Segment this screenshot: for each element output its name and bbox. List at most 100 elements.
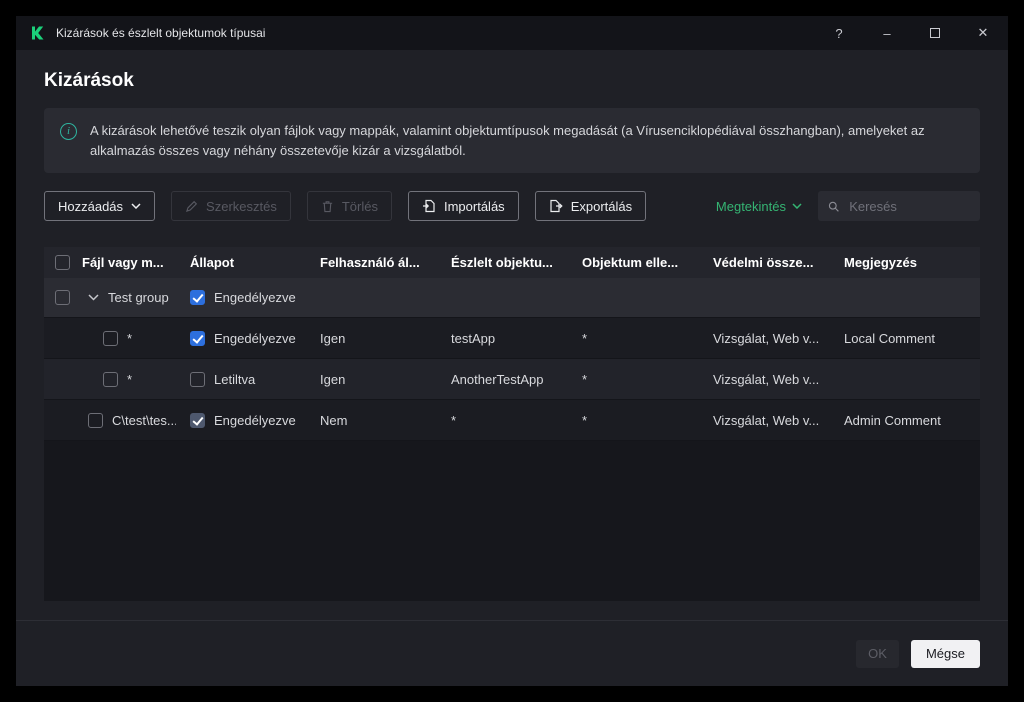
object-checksum-cell: * — [582, 371, 588, 387]
content-area: Kizárások i A kizárások lehetővé teszik … — [16, 50, 1008, 620]
info-icon: i — [60, 123, 77, 140]
comment-cell: Local Comment — [844, 330, 936, 346]
status-cell: Engedélyezve — [176, 318, 306, 358]
group-status-label: Engedélyezve — [214, 290, 296, 305]
search-icon — [828, 201, 839, 212]
detected-object-cell: * — [451, 412, 457, 428]
file-cell: C\test\tes... — [80, 400, 176, 440]
detected-object-cell: AnotherTestApp — [451, 371, 544, 387]
row-select-checkbox[interactable] — [88, 412, 103, 428]
import-button[interactable]: Importálás — [407, 191, 519, 221]
cancel-button[interactable]: Mégse — [910, 639, 980, 668]
group-name: Test group — [108, 290, 169, 305]
status-checkbox[interactable] — [190, 371, 205, 387]
chevron-down-icon — [131, 203, 141, 209]
edit-button[interactable]: Szerkesztés — [171, 191, 291, 221]
row-select-checkbox[interactable] — [103, 330, 118, 346]
title-bar: Kizárások és észlelt objektumok típusai … — [16, 16, 1008, 50]
row-select-checkbox[interactable] — [103, 371, 118, 387]
comment-cell — [830, 359, 964, 399]
scrollbar-stub — [964, 318, 980, 358]
chevron-down-icon[interactable] — [88, 294, 99, 301]
page-title: Kizárások — [44, 70, 134, 91]
toolbar: Hozzáadás Szerkesztés Törlés Importálás … — [44, 191, 980, 221]
delete-button[interactable]: Törlés — [306, 191, 392, 221]
view-menu[interactable]: Megtekintés — [716, 199, 802, 214]
column-header[interactable]: Objektum elle... — [568, 247, 699, 278]
app-window: Kizárások és észlelt objektumok típusai … — [16, 16, 1008, 686]
group-select-cell — [44, 278, 80, 317]
column-header[interactable]: Észlelt objektu... — [437, 247, 568, 278]
search-box[interactable] — [818, 191, 980, 221]
scrollbar-stub — [964, 359, 980, 399]
status-label: Letiltva — [214, 371, 256, 387]
column-header[interactable]: Állapot — [176, 247, 306, 278]
add-button[interactable]: Hozzáadás — [44, 191, 156, 221]
group-status-cell: Engedélyezve — [176, 278, 306, 317]
detected-object-cell: testApp — [451, 330, 496, 346]
delete-button-label: Törlés — [341, 198, 378, 214]
exclusions-table: Fájl vagy m... Állapot Felhasználó ál... És… — [44, 247, 980, 601]
file-path: * — [127, 330, 133, 346]
status-checkbox[interactable] — [190, 412, 205, 428]
group-name-cell: Test group — [80, 278, 176, 317]
user-defined-cell: Igen — [320, 330, 346, 346]
status-label: Engedélyezve — [214, 412, 296, 428]
row-indent-cell — [44, 318, 80, 358]
export-icon — [550, 199, 563, 213]
info-text: A kizárások lehetővé teszik olyan fájlok… — [90, 123, 925, 158]
search-input[interactable] — [847, 197, 970, 215]
table-body: Test group Engedélyezve * Engedélyezve Ige… — [44, 278, 980, 601]
ok-button[interactable]: OK — [856, 639, 899, 668]
status-checkbox[interactable] — [190, 330, 205, 346]
scrollbar-stub — [964, 400, 980, 440]
select-all-checkbox[interactable] — [54, 255, 70, 270]
protection-components-cell: Vizsgálat, Web v... — [713, 412, 820, 428]
column-header[interactable]: Fájl vagy m... — [80, 247, 176, 278]
maximize-button[interactable] — [916, 16, 954, 50]
user-defined-cell: Igen — [320, 371, 346, 387]
file-path: C\test\tes... — [112, 412, 176, 428]
group-select-checkbox[interactable] — [54, 290, 70, 305]
column-header[interactable]: Védelmi össze... — [699, 247, 830, 278]
kaspersky-logo-icon — [30, 25, 46, 41]
view-menu-label: Megtekintés — [715, 198, 786, 214]
row-indent-cell — [44, 400, 80, 440]
column-header[interactable]: Felhasználó ál... — [306, 247, 437, 278]
scrollbar-stub — [964, 247, 980, 278]
import-button-label: Importálás — [443, 198, 505, 214]
edit-button-label: Szerkesztés — [206, 198, 277, 214]
row-indent-cell — [44, 359, 80, 399]
comment-cell: Admin Comment — [844, 412, 941, 428]
table-row[interactable]: * Letiltva Igen AnotherTestApp * Vizsgálat, W… — [44, 359, 980, 400]
minimize-button[interactable]: – — [868, 16, 906, 50]
maximize-icon — [930, 28, 940, 38]
column-header[interactable]: Megjegyzés — [830, 247, 964, 278]
pencil-icon — [186, 200, 198, 212]
help-button[interactable]: ? — [820, 16, 858, 50]
chevron-down-icon — [792, 203, 802, 209]
window-title: Kizárások és észlelt objektumok típusai — [56, 26, 266, 40]
close-button[interactable]: ✕ — [964, 16, 1002, 50]
group-status-checkbox[interactable] — [190, 290, 205, 305]
table-header: Fájl vagy m... Állapot Felhasználó ál... És… — [44, 247, 980, 278]
table-row[interactable]: * Engedélyezve Igen testApp * Vizsgálat, Web … — [44, 318, 980, 359]
import-icon — [422, 199, 435, 213]
protection-components-cell: Vizsgálat, Web v... — [713, 371, 820, 387]
file-cell: * — [80, 359, 176, 399]
group-row[interactable]: Test group Engedélyezve — [44, 278, 980, 318]
table-row[interactable]: C\test\tes... Engedélyezve Nem * * Vizsgálat,… — [44, 400, 980, 441]
user-defined-cell: Nem — [320, 412, 348, 428]
protection-components-cell: Vizsgálat, Web v... — [713, 330, 820, 346]
file-path: * — [127, 371, 133, 387]
trash-icon — [322, 200, 333, 212]
object-checksum-cell: * — [582, 330, 588, 346]
file-cell: * — [80, 318, 176, 358]
header-select-cell — [44, 247, 80, 278]
export-button-label: Exportálás — [570, 198, 633, 214]
status-label: Engedélyezve — [214, 330, 296, 346]
info-banner: i A kizárások lehetővé teszik olyan fájl… — [44, 108, 980, 173]
export-button[interactable]: Exportálás — [534, 191, 647, 221]
add-button-label: Hozzáadás — [58, 198, 124, 214]
status-cell: Engedélyezve — [176, 400, 306, 440]
